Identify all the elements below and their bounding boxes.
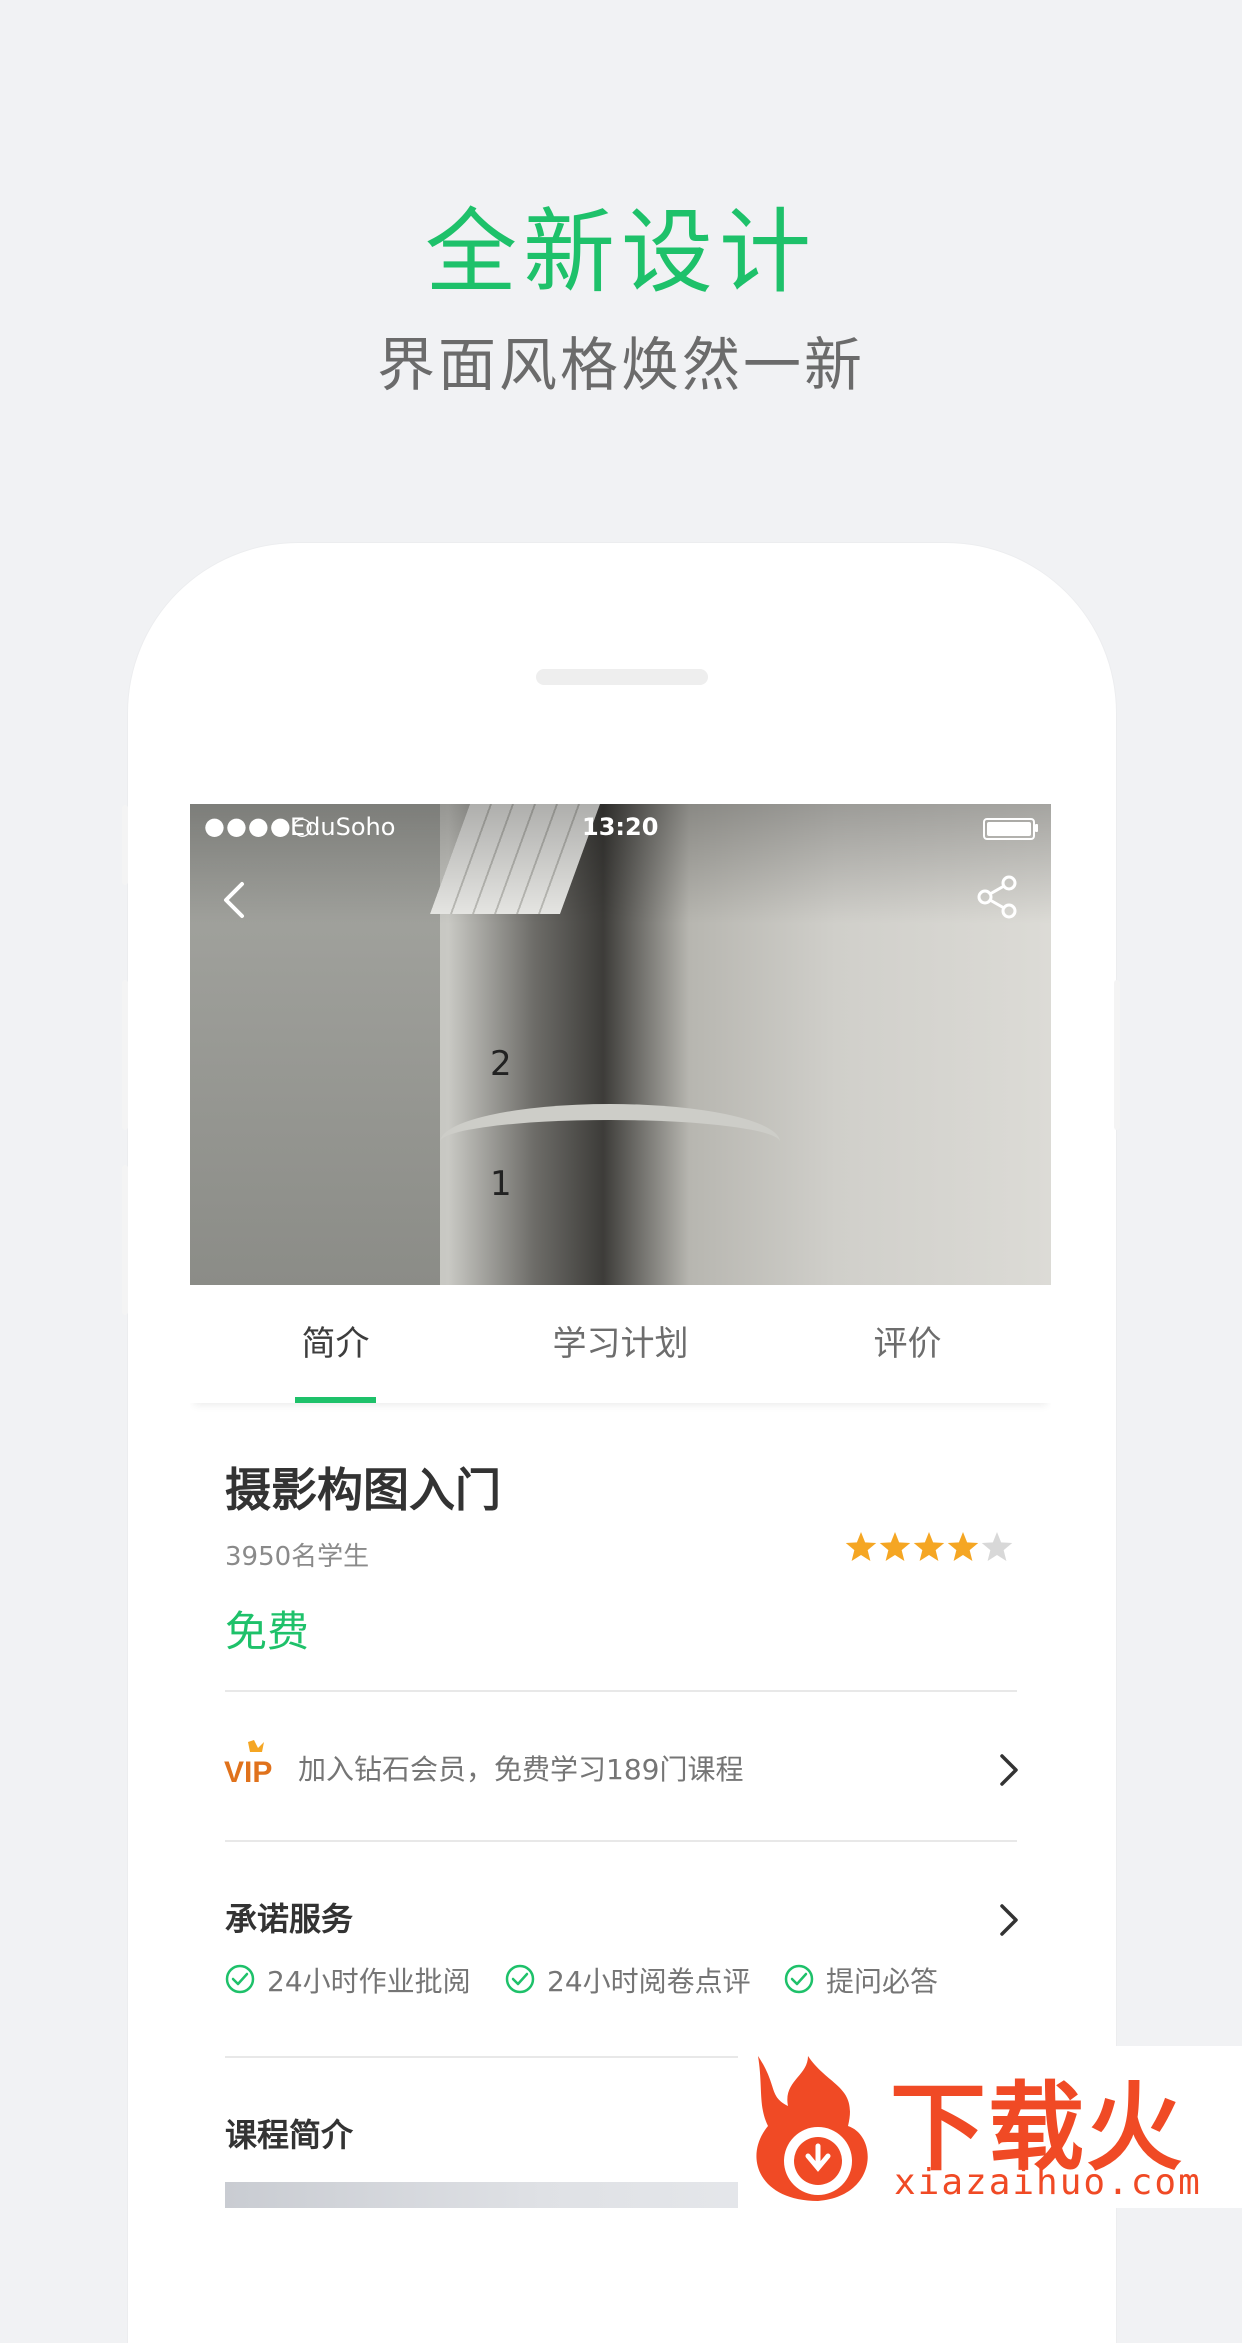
back-arrow-icon[interactable] — [216, 876, 256, 924]
carrier-name: EduSoho — [290, 813, 396, 841]
tab-intro[interactable]: 简介 — [192, 1285, 479, 1403]
promise-item-label: 24小时阅卷点评 — [547, 1965, 751, 1998]
status-time: 13:20 — [582, 813, 659, 841]
svg-text:VIP: VIP — [224, 1756, 272, 1786]
star-filled-icon — [879, 1532, 911, 1561]
check-circle-icon — [225, 1964, 255, 1994]
divider — [225, 1690, 1017, 1692]
tab-study-plan[interactable]: 学习计划 — [477, 1285, 764, 1403]
rating-stars — [845, 1532, 1013, 1561]
battery-icon — [983, 818, 1035, 840]
star-filled-icon — [845, 1532, 877, 1561]
course-cover-image: 2 1 ●●●●○ EduSoho 13:20 — [190, 804, 1051, 1285]
status-bar: ●●●●○ EduSoho 13:20 — [190, 804, 1051, 850]
star-filled-icon — [913, 1532, 945, 1561]
vip-chevron-right-icon[interactable] — [998, 1752, 1020, 1788]
promo-subheadline: 界面风格焕然一新 — [376, 331, 865, 399]
course-title: 摄影构图入门 — [225, 1463, 501, 1517]
promise-service-title[interactable]: 承诺服务 — [225, 1894, 353, 1940]
promise-chevron-right-icon[interactable] — [998, 1902, 1020, 1938]
check-circle-icon — [505, 1964, 535, 1994]
promise-item-label: 24小时作业批阅 — [267, 1965, 471, 1998]
course-price: 免费 — [225, 1607, 310, 1656]
share-icon[interactable] — [975, 874, 1019, 920]
watermark-url: xiazaihuo.com — [894, 2162, 1202, 2203]
flame-logo-icon — [756, 2056, 868, 2201]
active-tab-indicator — [295, 1397, 376, 1403]
student-count: 3950名学生 — [225, 1542, 370, 1572]
phone-speaker — [536, 669, 708, 685]
floor-sign-2: 2 — [490, 1044, 512, 1084]
star-filled-icon — [947, 1532, 979, 1561]
vip-crown-icon: VIP — [224, 1740, 272, 1786]
vip-promo-text[interactable]: 加入钻石会员，免费学习189门课程 — [298, 1748, 743, 1788]
app-screen: 2 1 ●●●●○ EduSoho 13:20 简介 学习计划 评价 摄影构图入… — [190, 804, 1051, 2208]
promise-item-label: 提问必答 — [826, 1965, 939, 1998]
watermark: 下载火 xiazaihuo.com — [738, 2046, 1242, 2208]
course-intro-title: 课程简介 — [225, 2116, 354, 2154]
floor-sign-1: 1 — [490, 1164, 512, 1204]
star-empty-icon — [981, 1532, 1013, 1561]
phone-volume-down — [122, 1165, 128, 1315]
phone-mute-switch — [122, 805, 128, 885]
divider — [225, 1840, 1017, 1842]
check-circle-icon — [784, 1964, 814, 1994]
promo-headline: 全新设计 — [424, 199, 817, 306]
tab-bar: 简介 学习计划 评价 — [190, 1285, 1051, 1403]
phone-power-button — [1114, 980, 1120, 1130]
phone-volume-up — [122, 980, 128, 1130]
tab-reviews[interactable]: 评价 — [764, 1285, 1051, 1403]
